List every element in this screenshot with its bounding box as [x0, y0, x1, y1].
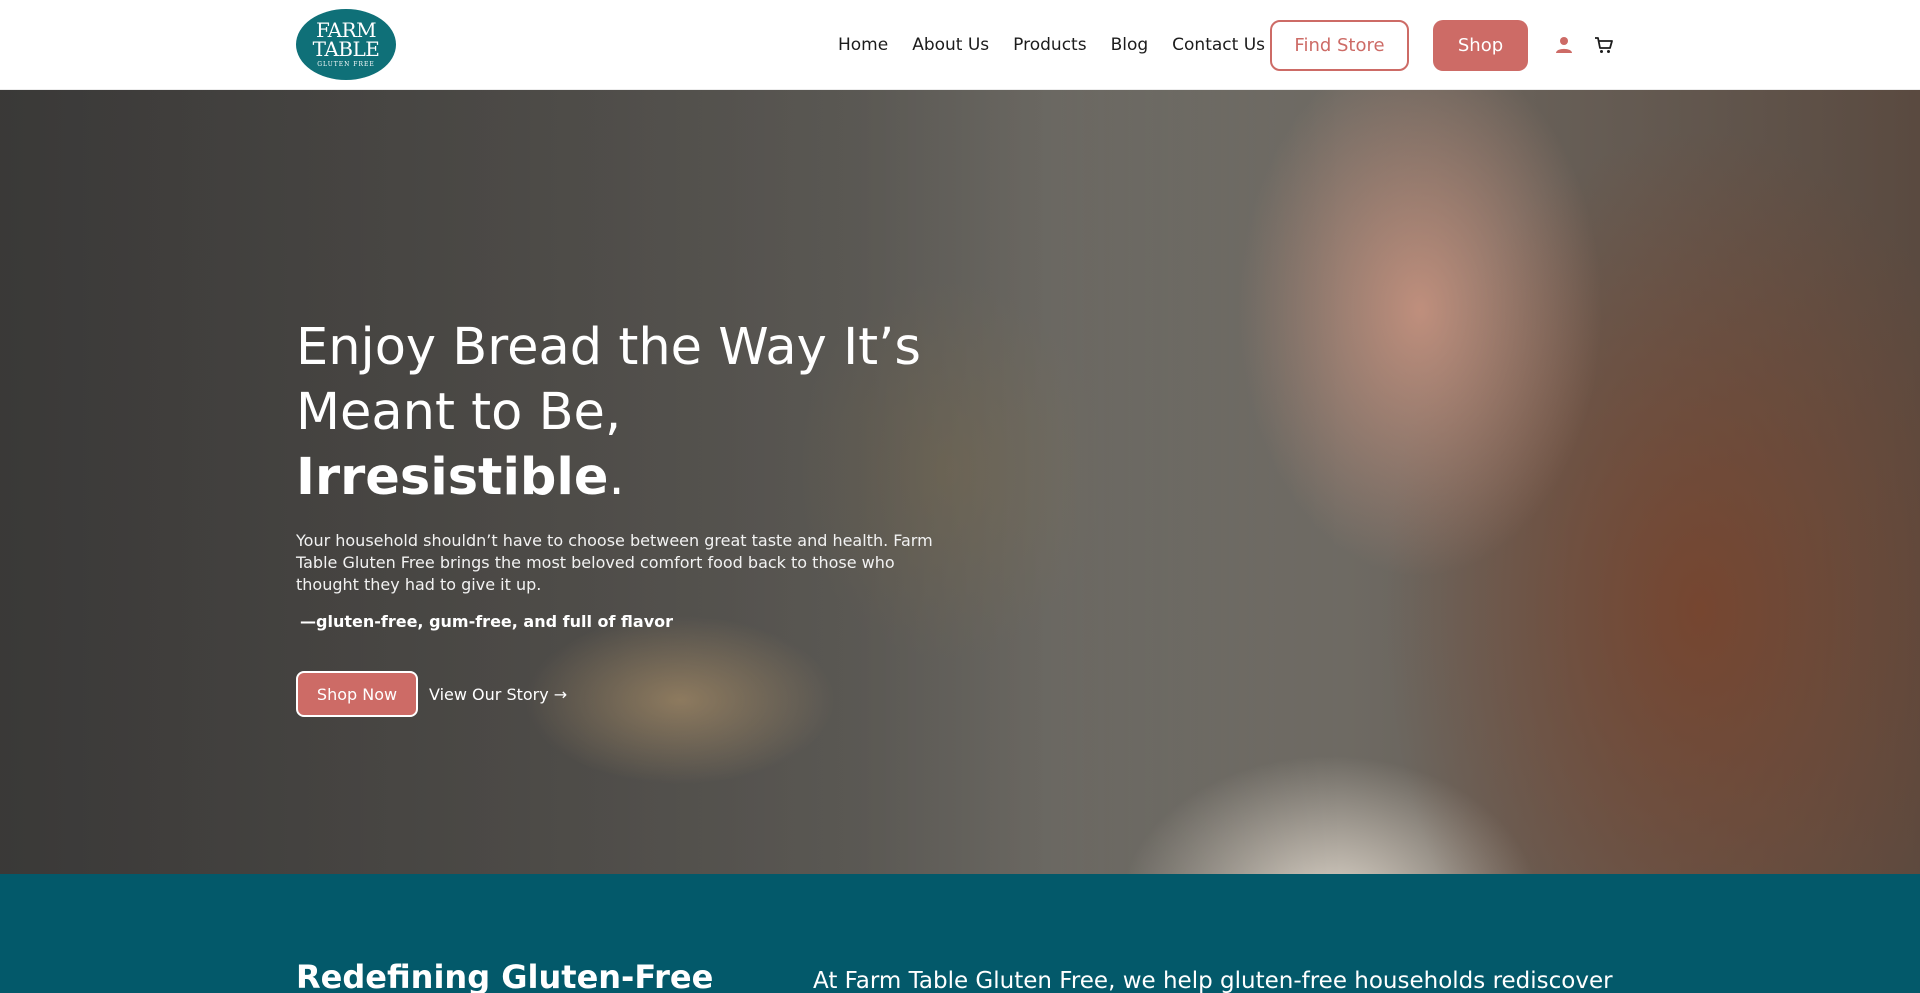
find-store-button[interactable]: Find Store [1270, 20, 1409, 71]
logo-wordmark-gluten-free: GLUTEN FREE [317, 61, 375, 68]
logo-wordmark-table: TABLE [312, 37, 380, 61]
view-our-story-link[interactable]: View Our Story → [429, 685, 567, 704]
about-band: Redefining Gluten-Free At Farm Table Glu… [0, 874, 1920, 993]
band-text: At Farm Table Gluten Free, we help glute… [813, 968, 1613, 993]
site-header: FARM TABLE GLUTEN FREE Home About Us Pro… [0, 0, 1920, 90]
cart-icon[interactable] [1594, 35, 1614, 55]
hero-title: Enjoy Bread the Way It’s Meant to Be, Irr… [296, 315, 936, 510]
nav-link-blog[interactable]: Blog [1111, 35, 1149, 55]
hero-section: Enjoy Bread the Way It’s Meant to Be, Irr… [0, 90, 1920, 874]
shop-now-button[interactable]: Shop Now [296, 671, 418, 717]
hero-title-line1: Enjoy Bread the Way It’s [296, 318, 921, 377]
hero-actions: Shop Now View Our Story → [296, 671, 936, 717]
hero-content: Enjoy Bread the Way It’s Meant to Be, Irr… [296, 315, 936, 717]
user-icon[interactable] [1554, 35, 1574, 55]
hero-title-line2: Meant to Be, [296, 383, 622, 442]
hero-subtitle: Your household shouldn’t have to choose … [296, 531, 933, 594]
nav-link-home[interactable]: Home [838, 35, 888, 55]
hero-tagline: —gluten-free, gum-free, and full of flav… [300, 612, 674, 631]
hero-photo-overlay [0, 90, 1920, 874]
nav-link-products[interactable]: Products [1013, 35, 1086, 55]
hero-title-end: . [608, 448, 625, 507]
main-nav: Home About Us Products Blog Contact Us [838, 0, 1265, 90]
band-heading: Redefining Gluten-Free [296, 958, 714, 993]
hero-title-emphasis: Irresistible [296, 448, 609, 507]
brand-logo[interactable]: FARM TABLE GLUTEN FREE [296, 9, 396, 80]
nav-link-contact-us[interactable]: Contact Us [1172, 35, 1265, 55]
shop-button[interactable]: Shop [1433, 20, 1528, 71]
nav-link-about-us[interactable]: About Us [912, 35, 989, 55]
